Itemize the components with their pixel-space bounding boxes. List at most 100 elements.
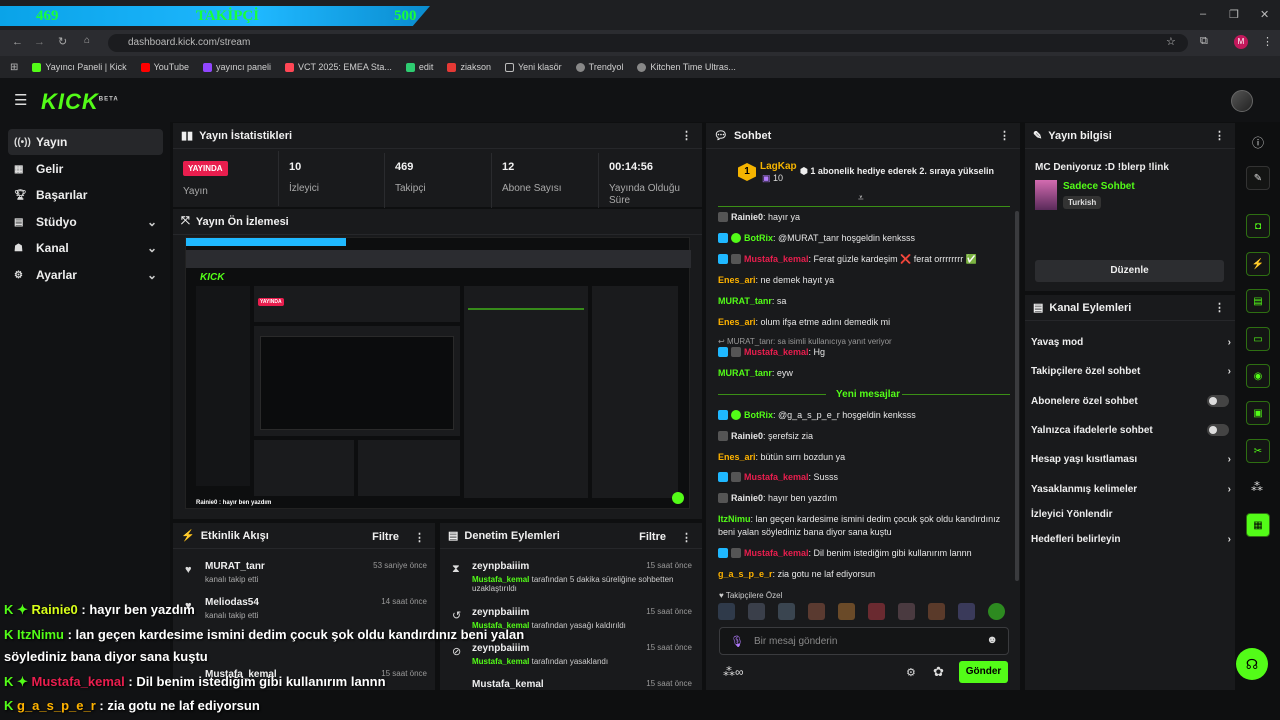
chat-input[interactable]: 🎙︎ Bir mesaj gönderin ☻ <box>719 627 1009 655</box>
toggle-switch[interactable] <box>1207 424 1229 436</box>
back-icon[interactable]: ← <box>12 36 23 48</box>
category-name[interactable]: Sadece Sohbet <box>1063 181 1135 192</box>
more-options-icon[interactable]: ⋮ <box>1214 129 1225 142</box>
emote-icon[interactable] <box>898 603 915 620</box>
url-field[interactable]: dashboard.kick.com/stream <box>108 34 1188 52</box>
document-rail-icon[interactable]: ▤ <box>1246 289 1270 313</box>
bookmark-item[interactable]: Yayıncı Paneli | Kick <box>32 62 127 72</box>
more-options-icon[interactable]: ⋮ <box>414 531 425 544</box>
emote-icon[interactable] <box>808 603 825 620</box>
emote-icon[interactable] <box>838 603 855 620</box>
action-account-age[interactable]: Hesap yaşı kısıtlaması › <box>1031 454 1231 465</box>
action-followers-only[interactable]: Takipçilere özel sohbet › <box>1031 366 1231 377</box>
forward-icon[interactable]: → <box>34 36 45 48</box>
edit-rail-icon[interactable]: ✎ <box>1246 166 1270 190</box>
collapse-pinned-icon[interactable]: ⩡ <box>858 193 864 204</box>
emote-icon[interactable] <box>748 603 765 620</box>
kick-logo[interactable]: KICKBETA <box>41 89 119 115</box>
close-window-button[interactable]: ✕ <box>1260 8 1269 21</box>
action-emote-only[interactable]: Yalnızca ifadelerle sohbet <box>1031 424 1231 436</box>
chat-message: BotRix: @g_a_s_p_e_r hoşgeldin kenksss <box>718 409 1008 422</box>
preview-video[interactable]: KICK YAYINDA Rainie0 : hayır ben yazdım <box>185 237 691 509</box>
action-raid[interactable]: İzleyici Yönlendir <box>1031 509 1231 520</box>
gift-icon: ⬢ <box>800 166 811 176</box>
bookmarks-bar: ⊞ Yayıncı Paneli | Kick YouTube yayıncı … <box>0 56 1280 78</box>
chat-rail-icon[interactable]: ▭ <box>1246 327 1270 351</box>
points-icon[interactable]: ⁂∞ <box>723 665 744 679</box>
emote-icon[interactable] <box>988 603 1005 620</box>
emote-picker-icon[interactable]: ✿ <box>933 664 944 680</box>
chat-scrollbar[interactable] <box>1015 211 1019 581</box>
bookmark-item[interactable]: Trendyol <box>575 62 623 72</box>
sidebar-item-basarilar[interactable]: 🏆︎ Başarılar <box>8 182 163 208</box>
action-slow-mode[interactable]: Yavaş mod › <box>1031 337 1231 348</box>
overlay-line: K g_a_s_p_e_r : zia gotu ne laf ediyorsu… <box>4 698 260 713</box>
emote-icon[interactable] <box>778 603 795 620</box>
wrench-rail-icon[interactable]: ✂ <box>1246 439 1270 463</box>
bookmark-item[interactable]: yayıncı paneli <box>202 62 271 72</box>
extensions-icon[interactable]: ⧉ <box>1200 35 1208 48</box>
edit-button[interactable]: Düzenle <box>1035 260 1224 282</box>
microphone-icon[interactable]: 🎙︎ <box>730 635 744 648</box>
pinned-user: LagKap <box>760 161 797 172</box>
panel-header: ▮▮ Yayın İstatistikleri ⋮ <box>173 123 702 149</box>
kick-badge-icon: K ✦ <box>4 602 28 617</box>
bookmark-item[interactable]: VCT 2025: EMEA Sta... <box>285 62 392 72</box>
filter-button[interactable]: Filtre <box>639 531 666 543</box>
bookmark-item[interactable]: YouTube <box>140 62 189 72</box>
chevron-right-icon: › <box>1227 484 1231 495</box>
bookmark-item[interactable]: edit <box>405 62 433 72</box>
more-options-icon[interactable]: ⋮ <box>1214 301 1225 314</box>
preview-stats: YAYINDA <box>254 286 460 322</box>
emote-icon[interactable] <box>718 603 735 620</box>
emote-icon[interactable] <box>868 603 885 620</box>
sidebar-item-ayarlar[interactable]: ⚙ Ayarlar ⌄ <box>8 262 163 288</box>
send-button[interactable]: Gönder <box>959 661 1008 683</box>
reload-icon[interactable]: ↻ <box>58 35 67 48</box>
stat-uptime: 00:14:56 Yayında Olduğu Süre <box>609 161 680 206</box>
emoji-icon[interactable]: ☻ <box>986 634 998 646</box>
action-subscribers-only[interactable]: Abonelere özel sohbet <box>1031 395 1231 407</box>
media-rail-icon[interactable]: ▣ <box>1246 401 1270 425</box>
sidebar-item-studyo[interactable]: ▤ Stüdyo ⌄ <box>8 209 163 235</box>
bookmark-item[interactable]: Yeni klasör <box>504 62 562 72</box>
bookmark-item[interactable]: Kitchen Time Ultras... <box>637 62 736 72</box>
action-banned-words[interactable]: Yasaklanmış kelimeler › <box>1031 484 1231 495</box>
action-goals[interactable]: Hedefleri belirleyin › <box>1031 534 1231 545</box>
points-rail-icon[interactable]: ⁂ <box>1251 480 1263 494</box>
overlay-line: K ItzNimu : lan geçen kardesime ismini d… <box>4 627 525 642</box>
bolt-rail-icon[interactable]: ⚡ <box>1246 252 1270 276</box>
minimize-button[interactable]: – <box>1200 8 1206 20</box>
sidebar-item-gelir[interactable]: ▦ Gelir <box>8 156 163 182</box>
broadcast-rail-icon[interactable]: ◉ <box>1246 364 1270 388</box>
valorant-icon <box>285 62 295 72</box>
browser-menu-icon[interactable]: ⋮ <box>1262 35 1273 48</box>
filter-button[interactable]: Filtre <box>372 531 399 543</box>
support-headset-icon[interactable]: ☊ <box>1236 648 1268 680</box>
chat-settings-icon[interactable]: ⚙ <box>906 666 916 679</box>
toggle-switch[interactable] <box>1207 395 1229 407</box>
restore-button[interactable]: ❐ <box>1229 8 1239 21</box>
bookmark-star-icon[interactable]: ☆ <box>1166 35 1176 48</box>
emote-icon[interactable] <box>928 603 945 620</box>
info-icon[interactable]: ⓘ <box>1252 134 1264 151</box>
sidebar-item-yayin[interactable]: ((•)) Yayın <box>8 129 163 155</box>
hamburger-menu-icon[interactable]: ☰ <box>14 91 27 109</box>
sidebar-item-kanal[interactable]: ☗ Kanal ⌄ <box>8 235 163 261</box>
user-avatar[interactable] <box>1231 90 1253 112</box>
panel-header: ▤ Kanal Eylemleri ⋮ <box>1025 295 1235 321</box>
edit-icon <box>405 62 415 72</box>
apps-grid-icon[interactable]: ⊞ <box>10 62 18 73</box>
profile-avatar[interactable]: M <box>1234 35 1248 49</box>
pinned-count: ▣ 10 <box>762 173 784 183</box>
home-icon[interactable]: ⌂ <box>84 35 90 46</box>
bookmark-item[interactable]: ziakson <box>447 62 491 72</box>
chevron-right-icon: › <box>1227 534 1231 545</box>
kick-icon <box>32 62 42 72</box>
more-options-icon[interactable]: ⋮ <box>681 129 692 142</box>
more-options-icon[interactable]: ⋮ <box>999 129 1010 142</box>
emote-icon[interactable] <box>958 603 975 620</box>
clapperboard-rail-icon[interactable]: ▦ <box>1246 513 1270 537</box>
capture-rail-icon[interactable]: ◘ <box>1246 214 1270 238</box>
more-options-icon[interactable]: ⋮ <box>681 531 692 544</box>
